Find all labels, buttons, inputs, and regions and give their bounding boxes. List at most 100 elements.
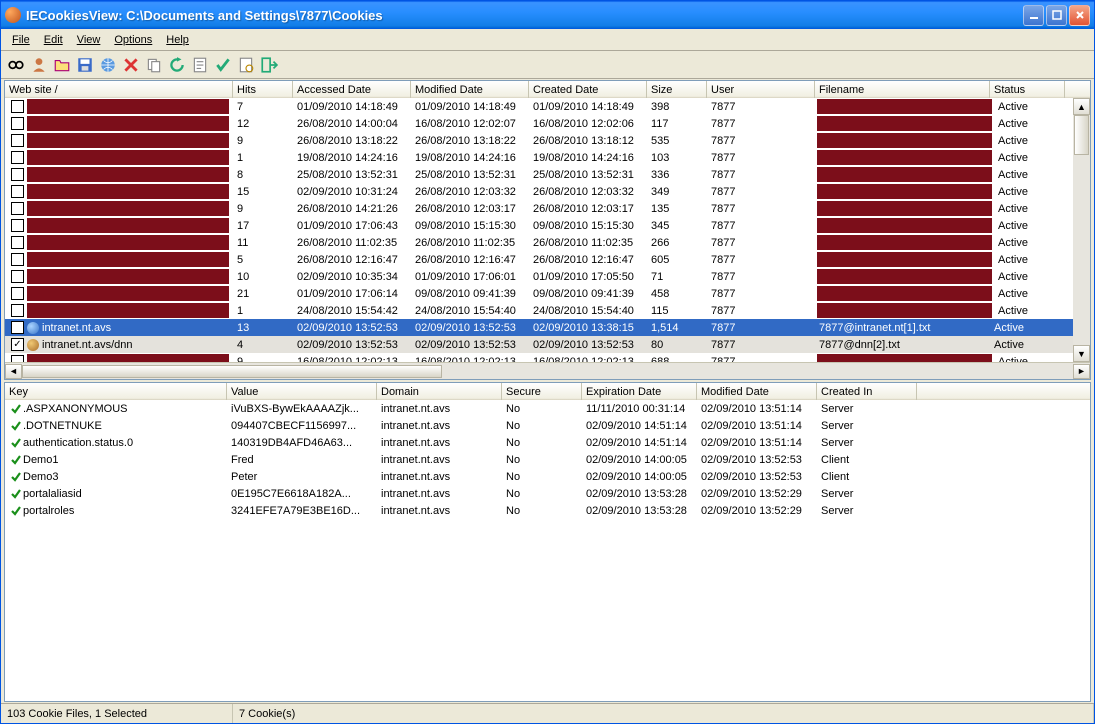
person-icon[interactable]: [30, 56, 48, 74]
cell-filename: [817, 303, 992, 318]
table-row[interactable]: 2101/09/2010 17:06:1409/08/2010 09:41:39…: [5, 285, 1073, 302]
table-row[interactable]: 119/08/2010 14:24:1619/08/2010 14:24:161…: [5, 149, 1073, 166]
properties-icon[interactable]: [191, 56, 209, 74]
cell-secure: No: [502, 419, 582, 433]
row-checkbox[interactable]: [11, 117, 24, 130]
row-checkbox[interactable]: [11, 287, 24, 300]
row-checkbox[interactable]: ✓: [11, 338, 24, 351]
row-checkbox[interactable]: [11, 185, 24, 198]
table-row[interactable]: authentication.status.0140319DB4AFD46A63…: [5, 434, 1090, 451]
cell-modified: 16/08/2010 12:02:13: [411, 355, 529, 363]
col-expiration[interactable]: Expiration Date: [582, 383, 697, 400]
cell-modified: 02/09/2010 13:52:53: [697, 470, 817, 484]
cell-created: 25/08/2010 13:52:31: [529, 168, 647, 182]
row-checkbox[interactable]: [11, 253, 24, 266]
refresh-icon[interactable]: [168, 56, 186, 74]
menu-options[interactable]: Options: [107, 32, 159, 48]
minimize-button[interactable]: [1023, 5, 1044, 26]
row-checkbox[interactable]: [11, 321, 24, 334]
col-key[interactable]: Key: [5, 383, 227, 400]
table-row[interactable]: 1126/08/2010 11:02:3526/08/2010 11:02:35…: [5, 234, 1073, 251]
row-checkbox[interactable]: [11, 151, 24, 164]
table-row[interactable]: 1002/09/2010 10:35:3401/09/2010 17:06:01…: [5, 268, 1073, 285]
col-secure[interactable]: Secure: [502, 383, 582, 400]
delete-icon[interactable]: [122, 56, 140, 74]
table-row[interactable]: .DOTNETNUKE094407CBECF1156997...intranet…: [5, 417, 1090, 434]
scroll-thumb[interactable]: [1074, 115, 1089, 155]
table-row[interactable]: 926/08/2010 13:18:2226/08/2010 13:18:222…: [5, 132, 1073, 149]
col-modified[interactable]: Modified Date: [411, 81, 529, 98]
table-row[interactable]: 916/08/2010 12:02:1316/08/2010 12:02:131…: [5, 353, 1073, 362]
checkmark-icon[interactable]: [214, 56, 232, 74]
cell-created: 26/08/2010 12:03:32: [529, 185, 647, 199]
col-modified2[interactable]: Modified Date: [697, 383, 817, 400]
row-checkbox[interactable]: [11, 236, 24, 249]
table-row[interactable]: 526/08/2010 12:16:4726/08/2010 12:16:472…: [5, 251, 1073, 268]
table-row[interactable]: 124/08/2010 15:54:4224/08/2010 15:54:402…: [5, 302, 1073, 319]
col-status[interactable]: Status: [990, 81, 1065, 98]
globe-icon[interactable]: [99, 56, 117, 74]
row-checkbox[interactable]: [11, 100, 24, 113]
col-size[interactable]: Size: [647, 81, 707, 98]
cell-createdin: Server: [817, 487, 917, 501]
menu-view[interactable]: View: [70, 32, 108, 48]
col-website[interactable]: Web site /: [5, 81, 233, 98]
col-created[interactable]: Created Date: [529, 81, 647, 98]
table-row[interactable]: portalroles3241EFE7A79E3BE16D...intranet…: [5, 502, 1090, 519]
top-rows-container[interactable]: 701/09/2010 14:18:4901/09/2010 14:18:490…: [5, 98, 1090, 362]
cookie-icon: [27, 339, 39, 351]
menu-help[interactable]: Help: [159, 32, 196, 48]
binoculars-icon[interactable]: [7, 56, 25, 74]
col-user[interactable]: User: [707, 81, 815, 98]
cell-user: 7877: [707, 117, 815, 131]
vertical-scrollbar[interactable]: ▲ ▼: [1073, 98, 1090, 362]
close-button[interactable]: [1069, 5, 1090, 26]
row-checkbox[interactable]: [11, 168, 24, 181]
hscroll-thumb[interactable]: [22, 365, 442, 378]
table-row[interactable]: 1226/08/2010 14:00:0416/08/2010 12:02:07…: [5, 115, 1073, 132]
col-hits[interactable]: Hits: [233, 81, 293, 98]
scroll-up-icon[interactable]: ▲: [1073, 98, 1090, 115]
exit-icon[interactable]: [260, 56, 278, 74]
titlebar[interactable]: IECookiesView: C:\Documents and Settings…: [1, 1, 1094, 29]
table-row[interactable]: 1701/09/2010 17:06:4309/08/2010 15:15:30…: [5, 217, 1073, 234]
bottom-rows-container[interactable]: .ASPXANONYMOUSiVuBXS-BywEkAAAAZjk...intr…: [5, 400, 1090, 701]
menu-edit[interactable]: Edit: [37, 32, 70, 48]
folder-open-icon[interactable]: [53, 56, 71, 74]
table-row[interactable]: Demo3Peterintranet.nt.avsNo02/09/2010 14…: [5, 468, 1090, 485]
row-checkbox[interactable]: [11, 304, 24, 317]
col-filename[interactable]: Filename: [815, 81, 990, 98]
col-domain[interactable]: Domain: [377, 383, 502, 400]
cell-accessed: 01/09/2010 17:06:43: [293, 219, 411, 233]
cell-accessed: 02/09/2010 10:35:34: [293, 270, 411, 284]
copy-icon[interactable]: [145, 56, 163, 74]
maximize-button[interactable]: [1046, 5, 1067, 26]
cell-created: 19/08/2010 14:24:16: [529, 151, 647, 165]
table-row[interactable]: 825/08/2010 13:52:3125/08/2010 13:52:312…: [5, 166, 1073, 183]
scroll-left-icon[interactable]: ◄: [5, 364, 22, 379]
row-checkbox[interactable]: [11, 355, 24, 362]
table-row[interactable]: 701/09/2010 14:18:4901/09/2010 14:18:490…: [5, 98, 1073, 115]
col-value[interactable]: Value: [227, 383, 377, 400]
table-row[interactable]: ✓intranet.nt.avs/dnn402/09/2010 13:52:53…: [5, 336, 1073, 353]
filter-icon[interactable]: [237, 56, 255, 74]
scroll-right-icon[interactable]: ►: [1073, 364, 1090, 379]
row-checkbox[interactable]: [11, 202, 24, 215]
row-checkbox[interactable]: [11, 134, 24, 147]
scroll-down-icon[interactable]: ▼: [1073, 345, 1090, 362]
col-createdin[interactable]: Created In: [817, 383, 917, 400]
table-row[interactable]: portalaliasid0E195C7E6618A182A...intrane…: [5, 485, 1090, 502]
save-icon[interactable]: [76, 56, 94, 74]
menu-file[interactable]: File: [5, 32, 37, 48]
table-row[interactable]: Demo1Fredintranet.nt.avsNo02/09/2010 14:…: [5, 451, 1090, 468]
table-row[interactable]: 926/08/2010 14:21:2626/08/2010 12:03:172…: [5, 200, 1073, 217]
table-row[interactable]: .ASPXANONYMOUSiVuBXS-BywEkAAAAZjk...intr…: [5, 400, 1090, 417]
cell-filename: [817, 286, 992, 301]
row-checkbox[interactable]: [11, 219, 24, 232]
horizontal-scrollbar[interactable]: ◄ ►: [5, 362, 1090, 379]
col-accessed[interactable]: Accessed Date: [293, 81, 411, 98]
table-row[interactable]: 1502/09/2010 10:31:2426/08/2010 12:03:32…: [5, 183, 1073, 200]
table-row[interactable]: intranet.nt.avs1302/09/2010 13:52:5302/0…: [5, 319, 1073, 336]
cell-modified: 09/08/2010 09:41:39: [411, 287, 529, 301]
row-checkbox[interactable]: [11, 270, 24, 283]
